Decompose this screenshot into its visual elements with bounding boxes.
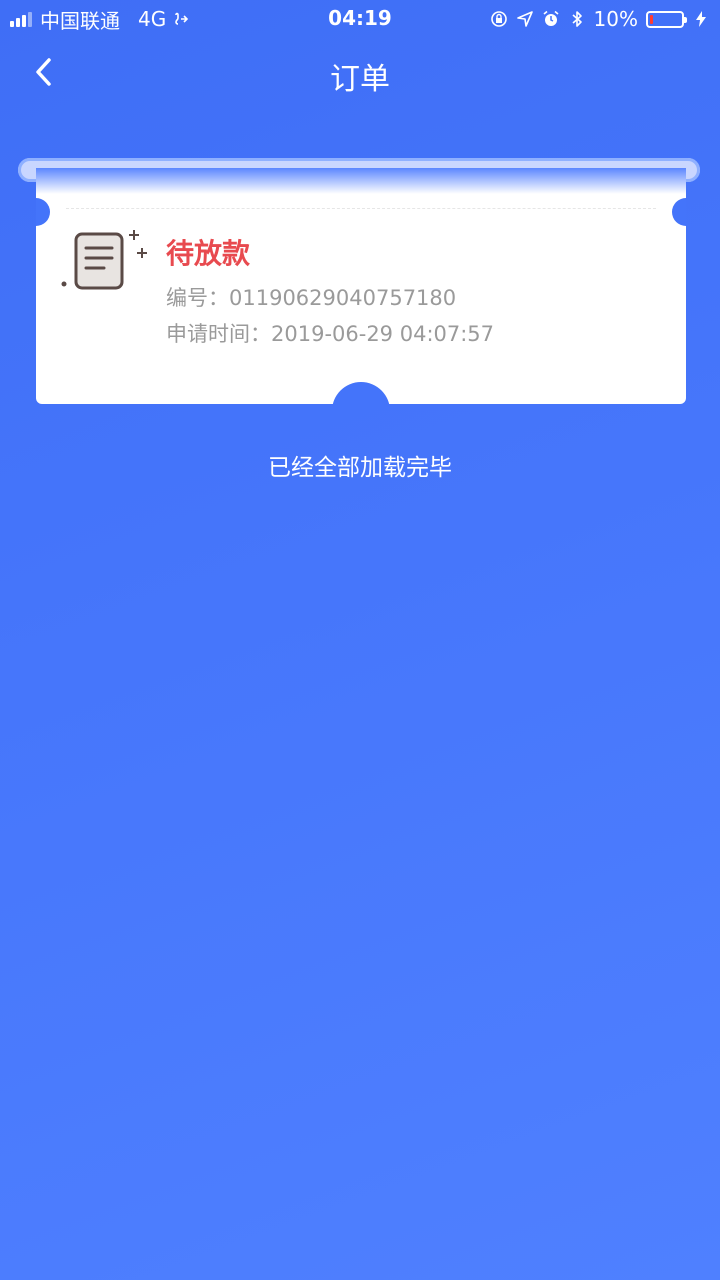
document-icon [61, 230, 147, 290]
navigation-bar: 订单 [0, 38, 720, 108]
ticket-notch-right [672, 198, 686, 226]
ticket-notch-bottom [332, 382, 390, 404]
rotation-lock-icon [490, 11, 507, 27]
ticket-notch-left [36, 198, 50, 226]
order-status: 待放款 [166, 237, 251, 270]
dashed-divider [66, 208, 656, 209]
load-complete-text: 已经全部加载完毕 [268, 455, 452, 481]
battery-percentage: 10% [593, 7, 638, 31]
apply-time-label: 申请时间： [166, 322, 271, 346]
bluetooth-icon [572, 11, 582, 27]
ticket-shadow [36, 168, 686, 194]
charging-bolt-icon [696, 11, 706, 27]
apply-time-row: 申请时间：2019-06-29 04:07:57 [166, 318, 494, 348]
order-card[interactable]: 待放款 编号：01190629040757180 申请时间：2019-06-29… [36, 168, 686, 404]
location-arrow-icon [516, 11, 533, 27]
order-number-value: 01190629040757180 [229, 286, 457, 310]
apply-time-value: 2019-06-29 04:07:57 [271, 322, 495, 346]
battery-level [650, 14, 653, 24]
battery-icon [646, 10, 687, 28]
order-number-label: 编号： [166, 286, 229, 310]
status-bar: 中国联通 4G 04:19 10% [0, 0, 720, 38]
page-title: 订单 [330, 62, 390, 97]
alarm-clock-icon [543, 10, 559, 26]
order-number-row: 编号：01190629040757180 [166, 282, 456, 312]
status-bar-right: 10% [490, 6, 710, 32]
